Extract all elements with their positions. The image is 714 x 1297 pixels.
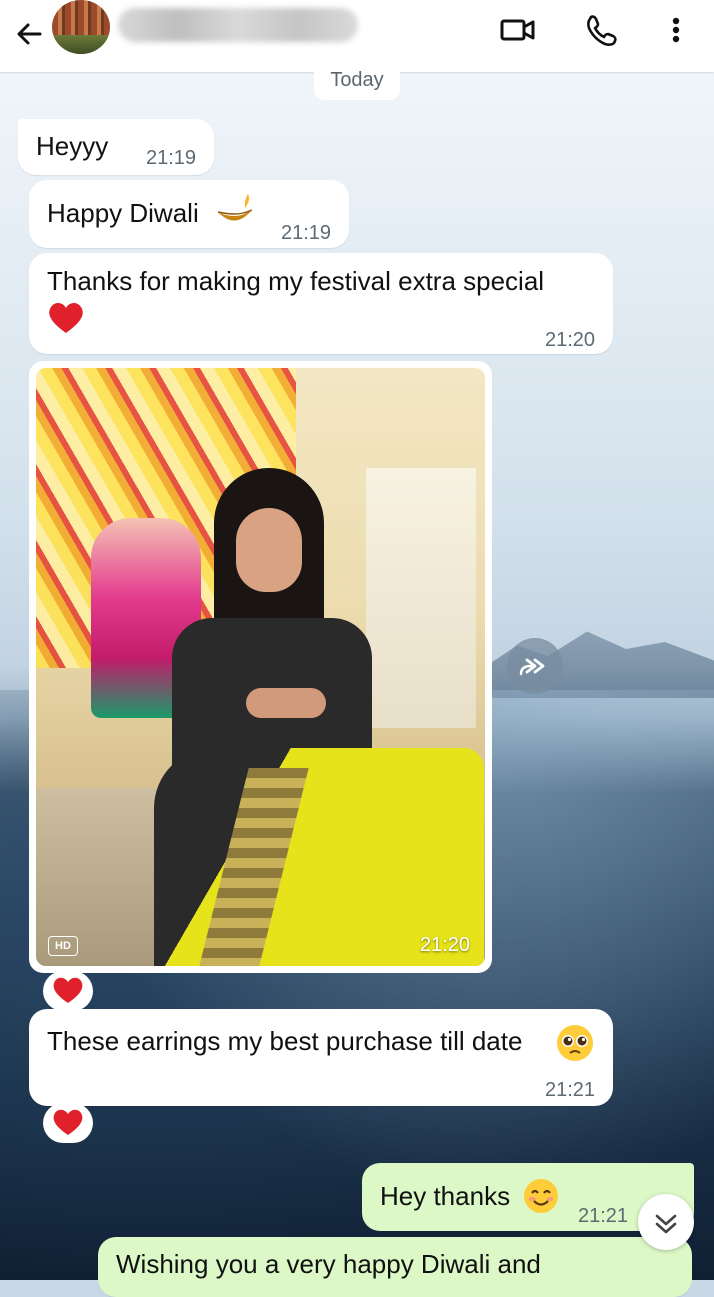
message-time: 21:20 bbox=[420, 934, 471, 956]
contact-avatar[interactable] bbox=[52, 0, 110, 54]
red-heart-icon bbox=[47, 301, 85, 335]
back-arrow-icon[interactable] bbox=[10, 14, 50, 54]
chat-header bbox=[0, 0, 714, 72]
date-divider: Today bbox=[314, 64, 400, 100]
message-bubble[interactable]: Happy Diwali 21:19 bbox=[29, 180, 349, 248]
pleading-face-icon bbox=[555, 1023, 595, 1063]
message-time: 21:19 bbox=[146, 147, 197, 169]
message-time: 21:21 bbox=[578, 1205, 629, 1227]
double-chevron-down-icon bbox=[655, 1214, 677, 1234]
message-text: Happy Diwali bbox=[47, 198, 199, 228]
contact-name[interactable] bbox=[118, 8, 358, 42]
photo-face bbox=[236, 508, 302, 592]
message-bubble-outgoing[interactable]: Wishing you a very happy Diwali and bbox=[98, 1237, 692, 1297]
diya-lamp-icon bbox=[215, 192, 255, 230]
message-time: 21:21 bbox=[545, 1079, 596, 1101]
message-time: 21:20 bbox=[545, 329, 596, 351]
message-bubble[interactable]: These earrings my best purchase till dat… bbox=[29, 1009, 613, 1106]
hd-badge: HD bbox=[48, 936, 78, 956]
message-text: These earrings my best purchase till dat… bbox=[47, 1026, 523, 1056]
message-bubble[interactable]: Thanks for making my festival extra spec… bbox=[29, 253, 613, 354]
shared-photo[interactable]: HD 21:20 bbox=[36, 368, 485, 966]
more-options-icon[interactable] bbox=[656, 10, 696, 50]
voice-call-icon[interactable] bbox=[582, 10, 622, 50]
image-message[interactable]: HD 21:20 bbox=[29, 361, 492, 973]
message-time: 21:19 bbox=[281, 222, 332, 244]
message-text: Hey thanks bbox=[380, 1181, 511, 1211]
message-text: Heyyy bbox=[36, 131, 109, 161]
heart-reaction[interactable] bbox=[43, 971, 93, 1011]
photo-person bbox=[154, 468, 484, 966]
forward-button[interactable] bbox=[507, 638, 563, 694]
video-call-icon[interactable] bbox=[498, 10, 538, 50]
heart-reaction[interactable] bbox=[43, 1103, 93, 1143]
scroll-to-bottom-button[interactable] bbox=[638, 1194, 694, 1250]
message-text: Wishing you a very happy Diwali and bbox=[116, 1249, 541, 1279]
photo-hands bbox=[246, 688, 326, 718]
message-bubble[interactable]: Heyyy 21:19 bbox=[18, 119, 214, 175]
message-text: Thanks for making my festival extra spec… bbox=[47, 266, 545, 296]
smiling-face-icon bbox=[522, 1177, 560, 1215]
